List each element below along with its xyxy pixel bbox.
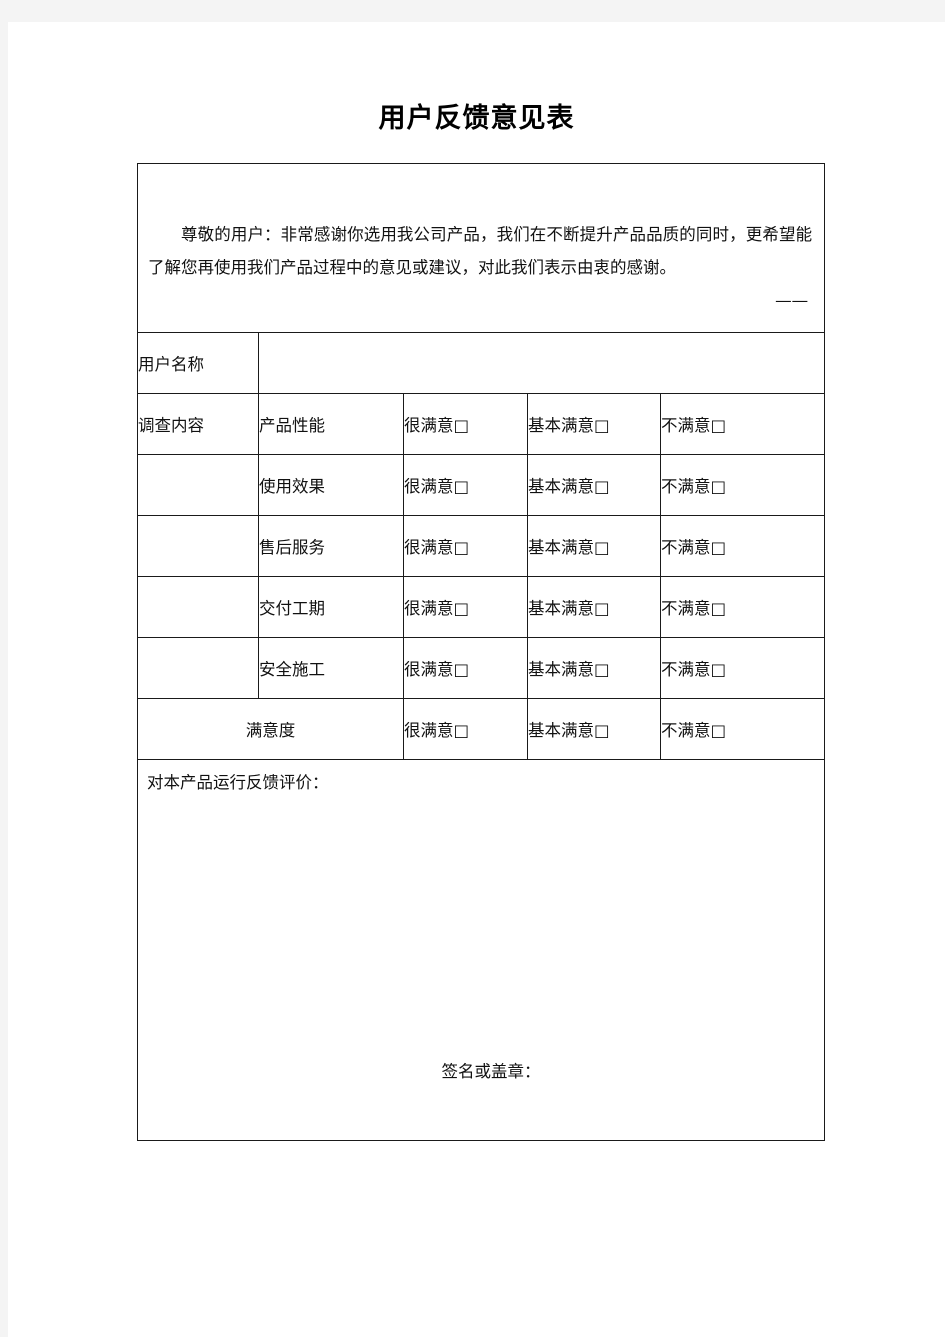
total-satisfaction-label: 满意度 — [137, 698, 404, 760]
option-very-satisfied[interactable]: 很满意□ — [403, 393, 528, 455]
survey-row-5: 安全施工 很满意□ 基本满意□ 不满意□ — [137, 637, 826, 699]
option-not-satisfied[interactable]: 不满意□ — [659, 393, 826, 455]
survey-item-label: 安全施工 — [258, 637, 404, 699]
feedback-inner: 对本产品运行反馈评价： 签名或盖章： — [138, 760, 824, 1140]
user-name-row: 用户名称 — [137, 332, 826, 394]
option-not-satisfied[interactable]: 不满意□ — [659, 637, 826, 699]
option-not-satisfied[interactable]: 不满意□ — [659, 698, 826, 760]
intro-dash: —— — [775, 290, 809, 310]
option-basically-satisfied[interactable]: 基本满意□ — [527, 637, 661, 699]
option-very-satisfied[interactable]: 很满意□ — [403, 698, 528, 760]
option-basically-satisfied[interactable]: 基本满意□ — [527, 454, 661, 516]
survey-row-2: 使用效果 很满意□ 基本满意□ 不满意□ — [137, 454, 826, 516]
user-name-label: 用户名称 — [137, 332, 259, 394]
document-page: 用户反馈意见表 尊敬的用户：非常感谢你选用我公司产品，我们在不断提升产品品质的同… — [8, 22, 945, 1337]
option-basically-satisfied[interactable]: 基本满意□ — [527, 576, 661, 638]
survey-row-1: 调查内容 产品性能 很满意□ 基本满意□ 不满意□ — [137, 393, 826, 455]
survey-content-spacer — [137, 637, 259, 699]
feedback-form-table: 尊敬的用户：非常感谢你选用我公司产品，我们在不断提升产品品质的同时，更希望能了解… — [136, 163, 826, 1141]
survey-content-label: 调查内容 — [137, 393, 259, 455]
survey-content-spacer — [137, 515, 259, 577]
intro-row: 尊敬的用户：非常感谢你选用我公司产品，我们在不断提升产品品质的同时，更希望能了解… — [136, 163, 826, 333]
intro-paragraph: 尊敬的用户：非常感谢你选用我公司产品，我们在不断提升产品品质的同时，更希望能了解… — [148, 224, 813, 277]
intro-body: 尊敬的用户：非常感谢你选用我公司产品，我们在不断提升产品品质的同时，更希望能了解… — [138, 180, 824, 317]
option-very-satisfied[interactable]: 很满意□ — [403, 515, 528, 577]
feedback-title: 对本产品运行反馈评价： — [147, 773, 329, 792]
option-basically-satisfied[interactable]: 基本满意□ — [527, 515, 661, 577]
option-very-satisfied[interactable]: 很满意□ — [403, 576, 528, 638]
option-basically-satisfied[interactable]: 基本满意□ — [527, 698, 661, 760]
total-satisfaction-row: 满意度 很满意□ 基本满意□ 不满意□ — [137, 698, 826, 760]
option-very-satisfied[interactable]: 很满意□ — [403, 454, 528, 516]
option-not-satisfied[interactable]: 不满意□ — [659, 454, 826, 516]
survey-item-label: 产品性能 — [258, 393, 404, 455]
survey-row-3: 售后服务 很满意□ 基本满意□ 不满意□ — [137, 515, 826, 577]
signature-label: 签名或盖章： — [441, 1062, 541, 1081]
survey-item-label: 交付工期 — [258, 576, 404, 638]
user-name-field[interactable] — [257, 332, 826, 394]
page-title: 用户反馈意见表 — [378, 103, 575, 134]
survey-item-label: 售后服务 — [258, 515, 404, 577]
survey-row-4: 交付工期 很满意□ 基本满意□ 不满意□ — [137, 576, 826, 638]
intro-cell: 尊敬的用户：非常感谢你选用我公司产品，我们在不断提升产品品质的同时，更希望能了解… — [136, 163, 826, 333]
option-not-satisfied[interactable]: 不满意□ — [659, 515, 826, 577]
option-not-satisfied[interactable]: 不满意□ — [659, 576, 826, 638]
option-basically-satisfied[interactable]: 基本满意□ — [527, 393, 661, 455]
feedback-cell: 对本产品运行反馈评价： 签名或盖章： — [136, 759, 826, 1141]
option-very-satisfied[interactable]: 很满意□ — [403, 637, 528, 699]
survey-content-spacer — [137, 454, 259, 516]
survey-item-label: 使用效果 — [258, 454, 404, 516]
feedback-row: 对本产品运行反馈评价： 签名或盖章： — [136, 759, 826, 1141]
survey-content-spacer — [137, 576, 259, 638]
